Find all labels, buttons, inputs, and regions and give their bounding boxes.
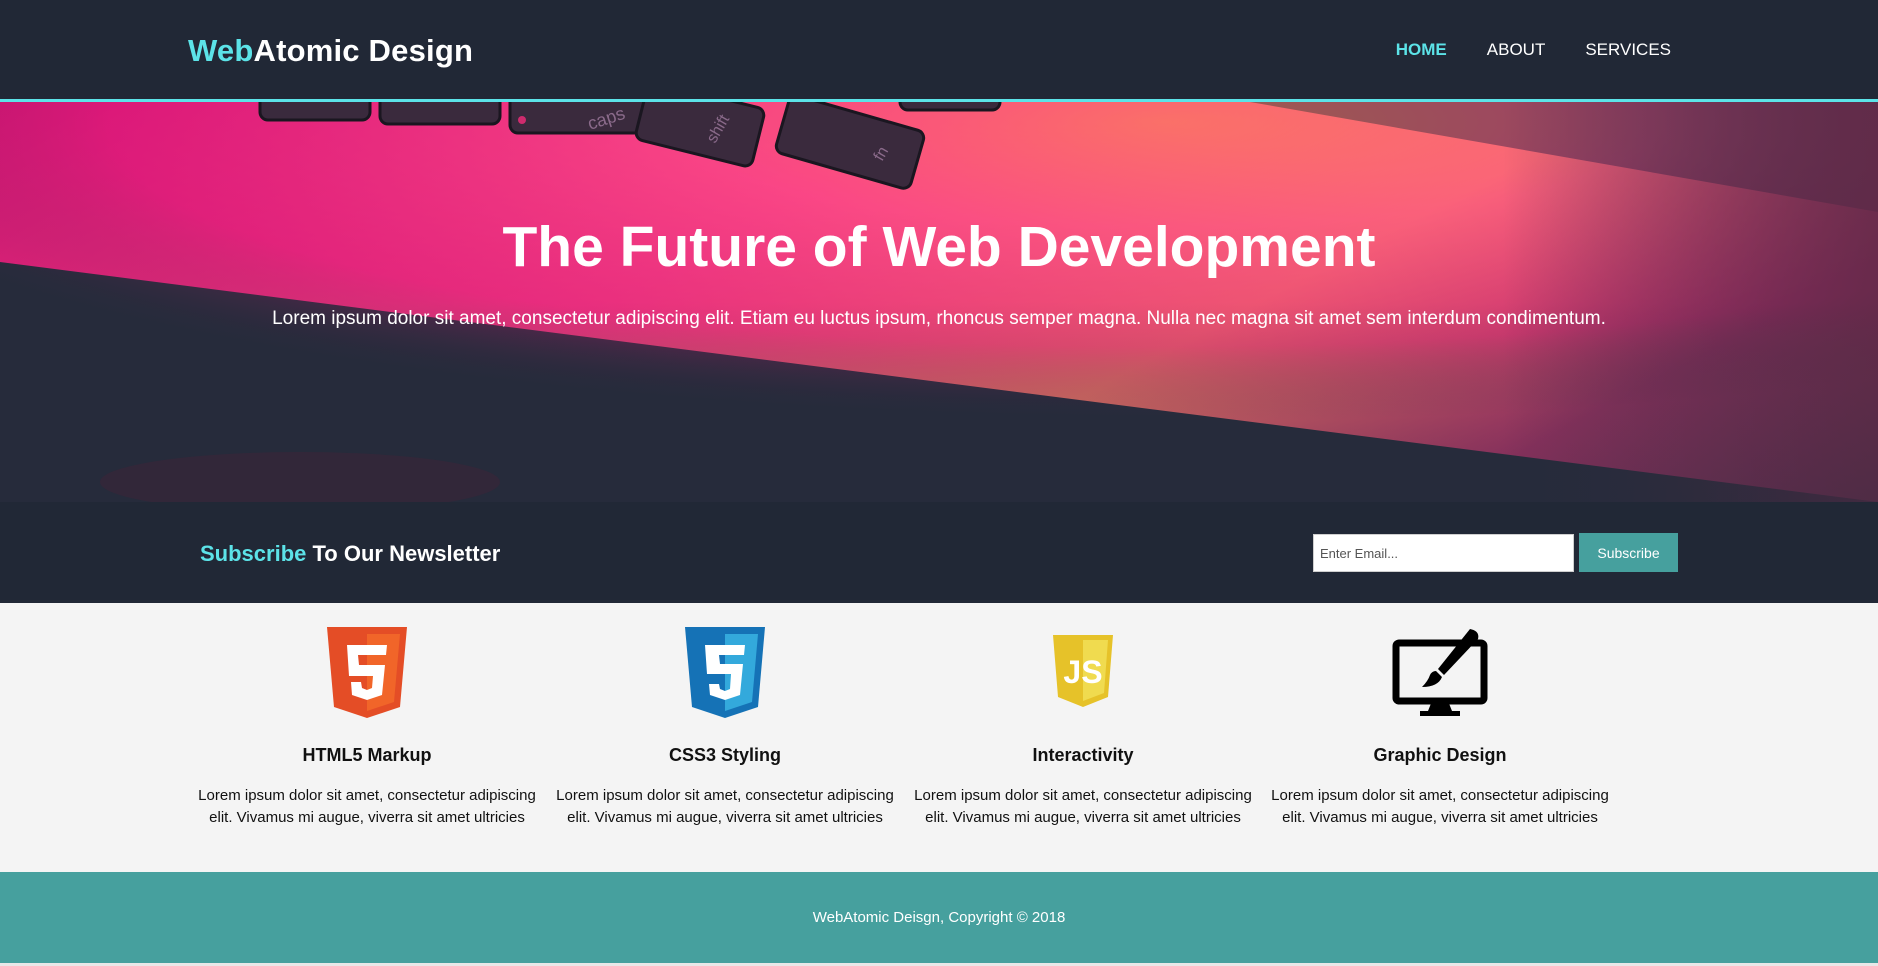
html5-icon xyxy=(188,627,546,723)
features-section: HTML5 Markup Lorem ipsum dolor sit amet,… xyxy=(0,603,1878,872)
site-footer: WebAtomic Deisgn, Copyright © 2018 xyxy=(0,872,1878,963)
newsletter-title: Subscribe To Our Newsletter xyxy=(200,541,500,567)
svg-text:JS: JS xyxy=(1063,654,1102,690)
hero-title: The Future of Web Development xyxy=(502,215,1376,279)
feature-text-html5: Lorem ipsum dolor sit amet, consectetur … xyxy=(198,787,536,826)
email-input[interactable] xyxy=(1313,534,1574,572)
hero-section: caps shift fn The Future of Web Developm… xyxy=(0,102,1878,502)
hero-text: Lorem ipsum dolor sit amet, consectetur … xyxy=(272,308,1606,329)
copyright-text: WebAtomic Deisgn, Copyright © 2018 xyxy=(812,909,1066,926)
css3-icon xyxy=(546,627,904,723)
feature-title-interactivity: Interactivity xyxy=(1032,745,1134,765)
site-header: WebAtomic Design HOME ABOUT SERVICES xyxy=(0,0,1878,102)
feature-text-css3: Lorem ipsum dolor sit amet, consectetur … xyxy=(556,787,894,826)
nav-about-link[interactable]: ABOUT xyxy=(1487,40,1546,60)
feature-title-css3: CSS3 Styling xyxy=(668,745,782,765)
main-nav: HOME ABOUT SERVICES xyxy=(1396,40,1671,60)
feature-text-graphic-design: Lorem ipsum dolor sit amet, consectetur … xyxy=(1271,787,1609,826)
feature-title-html5: HTML5 Markup xyxy=(302,745,432,765)
site-logo[interactable]: WebAtomic Design xyxy=(188,33,473,69)
newsletter-section: Subscribe To Our Newsletter Subscribe xyxy=(0,502,1878,603)
newsletter-title-highlight: Subscribe xyxy=(200,541,307,566)
logo-highlight: Web xyxy=(188,33,254,68)
newsletter-title-rest: To Our Newsletter xyxy=(312,541,501,566)
nav-home-link[interactable]: HOME xyxy=(1396,40,1447,60)
javascript-icon: JS xyxy=(904,627,1262,723)
nav-services-link[interactable]: SERVICES xyxy=(1585,40,1671,60)
logo-text: Atomic Design xyxy=(253,33,474,68)
subscribe-button[interactable]: Subscribe xyxy=(1579,533,1678,572)
feature-title-graphic-design: Graphic Design xyxy=(1373,745,1507,765)
monitor-brush-icon xyxy=(1261,627,1619,723)
feature-text-interactivity: Lorem ipsum dolor sit amet, consectetur … xyxy=(914,787,1252,826)
hero-keyboard-image: caps shift fn xyxy=(0,102,1878,502)
